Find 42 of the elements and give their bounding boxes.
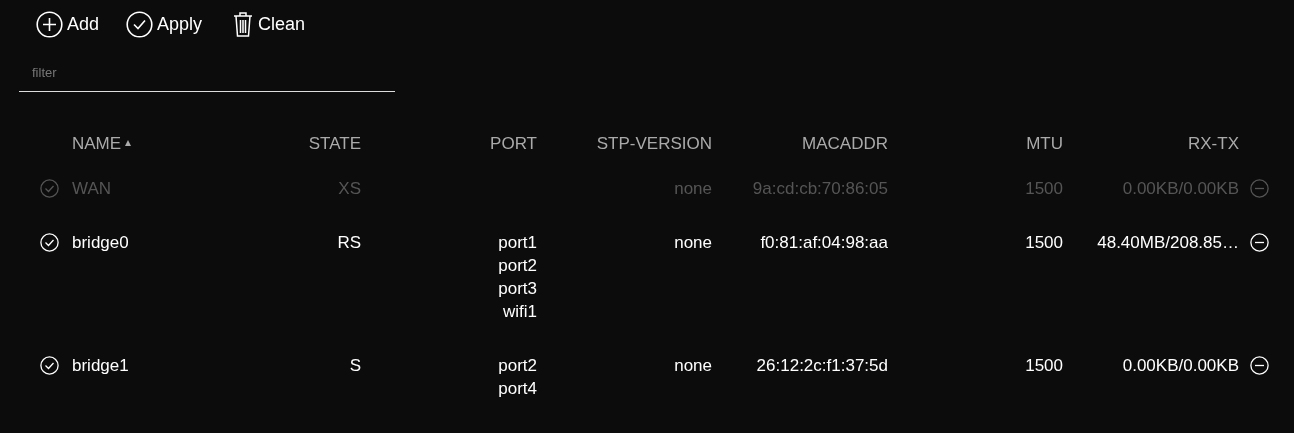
minus-circle-icon [1250, 355, 1269, 375]
mac-address: f0:81:af:04:98:aa [760, 232, 888, 252]
column-header[interactable]: MACADDR [802, 133, 888, 153]
bridge-name: bridge1 [72, 355, 129, 375]
mac-address: 9a:cd:cb:70:86:05 [752, 178, 888, 198]
apply-button[interactable]: Apply [126, 9, 203, 39]
column-header[interactable]: MTU [1026, 133, 1063, 153]
add-button[interactable]: Add [36, 9, 100, 39]
port-name: port2 [498, 354, 537, 377]
check-circle-icon [126, 10, 154, 38]
trash-icon [232, 10, 255, 38]
minus-circle-icon [1250, 178, 1269, 198]
column-header[interactable]: STP-VERSION [596, 133, 712, 153]
plus-circle-icon [36, 10, 63, 38]
clean-button[interactable]: Clean [232, 9, 306, 39]
column-header[interactable]: STATE [308, 133, 361, 153]
check-circle-icon[interactable] [40, 178, 59, 198]
stp-version-text: none [674, 355, 712, 375]
mtu-value: 1500 [1025, 178, 1063, 198]
mac-address: 26:12:2c:f1:37:5d [756, 355, 888, 375]
stp-version-text: none [674, 178, 712, 198]
state-text: S [349, 355, 361, 375]
bridge-name: WAN [72, 178, 112, 198]
filter-field[interactable]: filter [19, 59, 395, 92]
rx-tx-value: 48.40MB/208.85… [1097, 232, 1239, 252]
port-name: port3 [498, 277, 537, 300]
column-header[interactable]: NAME [72, 133, 122, 153]
port-name: port4 [498, 377, 537, 400]
stp-version-text: none [674, 232, 712, 252]
mtu-value: 1500 [1025, 355, 1063, 375]
rx-tx-value: 0.00KB/0.00KB [1122, 178, 1239, 198]
port-name: port2 [498, 254, 537, 277]
bridge-name: bridge0 [72, 232, 129, 252]
state-text: XS [338, 178, 361, 198]
column-header[interactable]: PORT [490, 133, 537, 153]
port-name: port1 [498, 231, 537, 254]
column-header[interactable]: RX-TX [1188, 133, 1239, 153]
rx-tx-value: 0.00KB/0.00KB [1122, 355, 1239, 375]
minus-circle-icon [1250, 232, 1269, 252]
state-text: RS [337, 232, 361, 252]
port-name: wifi1 [503, 300, 537, 323]
mtu-value: 1500 [1025, 232, 1063, 252]
